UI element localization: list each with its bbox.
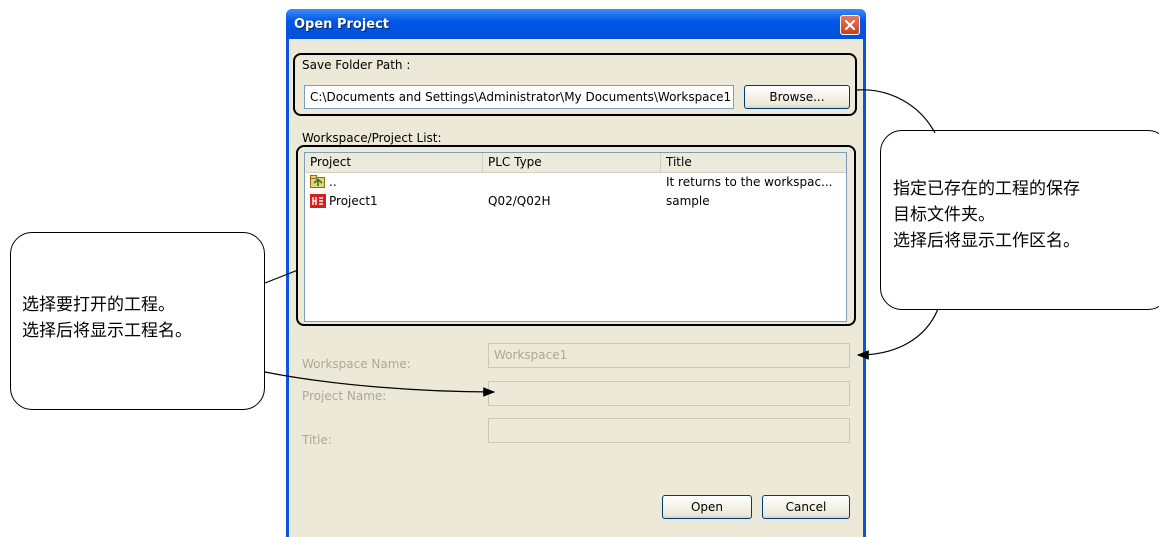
callout-right-line-3: 选择后将显示工作区名。 <box>893 231 1080 251</box>
list-item[interactable]: Project1 Q02/Q02H sample <box>305 193 846 210</box>
workspace-name-field: Workspace1 <box>488 343 850 368</box>
plc-project-icon <box>310 194 326 208</box>
callout-right-line-1: 指定已存在的工程的保存 <box>893 179 1080 199</box>
plc-type-cell: Q02/Q02H <box>488 194 551 208</box>
cancel-button[interactable]: Cancel <box>762 495 850 519</box>
workspace-project-list[interactable]: Project PLC Type Title .. It returns to … <box>304 152 847 322</box>
open-button[interactable]: Open <box>662 495 752 519</box>
title-label: Title: <box>302 433 332 447</box>
callout-left-line-2: 选择后将显示工程名。 <box>22 321 192 341</box>
leader-right-to-workspace-name <box>856 308 939 360</box>
dialog-title: Open Project <box>294 17 390 32</box>
close-icon <box>844 19 856 31</box>
project-cell: .. <box>329 175 337 189</box>
open-project-dialog: Open Project Save Folder Path : C:\Docum… <box>286 9 866 537</box>
callout-left-text: 选择要打开的工程。 选择后将显示工程名。 <box>22 292 192 344</box>
column-header-title[interactable]: Title <box>661 153 846 172</box>
callout-left-line-1: 选择要打开的工程。 <box>22 295 175 315</box>
column-header-plc-type[interactable]: PLC Type <box>483 153 661 172</box>
save-folder-label: Save Folder Path : <box>302 58 411 72</box>
save-folder-path-input[interactable]: C:\Documents and Settings\Administrator\… <box>304 85 734 109</box>
project-name-field <box>488 381 850 406</box>
title-field <box>488 418 850 443</box>
project-cell: Project1 <box>329 194 378 208</box>
folder-up-icon <box>310 175 325 188</box>
project-name-label: Project Name: <box>302 389 387 403</box>
list-header: Project PLC Type Title <box>305 153 846 173</box>
title-cell: sample <box>666 194 710 208</box>
workspace-project-list-label: Workspace/Project List: <box>302 131 442 145</box>
callout-right-text: 指定已存在的工程的保存 目标文件夹。 选择后将显示工作区名。 <box>893 176 1080 254</box>
dialog-body: Save Folder Path : C:\Documents and Sett… <box>289 39 863 537</box>
browse-button[interactable]: Browse... <box>744 85 850 109</box>
title-bar[interactable]: Open Project <box>286 9 866 39</box>
workspace-name-label: Workspace Name: <box>302 357 411 371</box>
callout-right-line-2: 目标文件夹。 <box>893 205 995 225</box>
close-button[interactable] <box>840 15 860 35</box>
column-header-project[interactable]: Project <box>305 153 483 172</box>
leader-right-to-save-folder <box>856 89 936 134</box>
title-cell: It returns to the workspac... <box>666 175 833 189</box>
list-item[interactable]: .. It returns to the workspac... <box>305 174 846 191</box>
